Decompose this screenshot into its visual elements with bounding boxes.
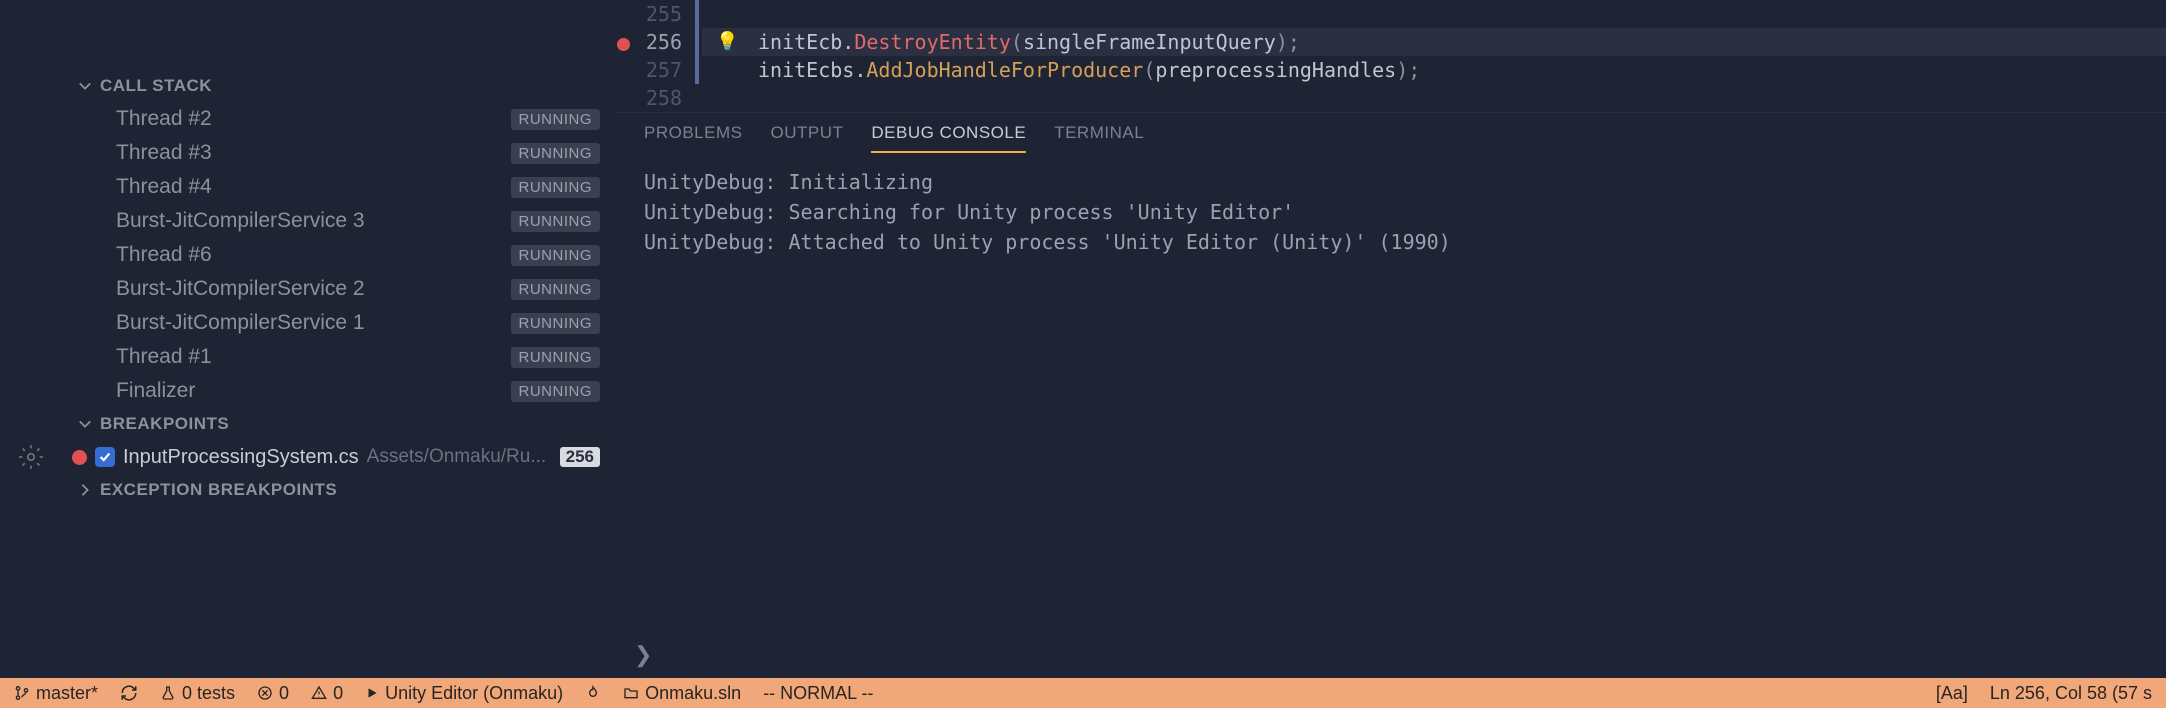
sync-button[interactable] [120,684,138,702]
tab-debug-console[interactable]: DEBUG CONSOLE [871,123,1026,153]
tab-output[interactable]: OUTPUT [770,123,843,153]
status-bar: master* 0 tests 0 0 Unity Editor (Onmaku… [0,678,2166,708]
thread-row[interactable]: Burst-JitCompilerService 1 RUNNING [0,306,614,340]
warnings-status[interactable]: 0 [311,683,343,704]
vim-mode: -- NORMAL -- [763,683,873,704]
thread-name: Thread #4 [116,175,212,199]
error-icon [257,685,273,701]
thread-name: Thread #2 [116,107,212,131]
warning-icon [311,685,327,701]
tab-terminal[interactable]: TERMINAL [1054,123,1144,153]
beaker-icon [160,685,176,701]
exception-breakpoints-header[interactable]: EXCEPTION BREAKPOINTS [0,474,614,506]
errors-status[interactable]: 0 [257,683,289,704]
status-badge: RUNNING [511,313,601,334]
status-badge: RUNNING [511,177,601,198]
warning-count: 0 [333,683,343,704]
line-number: 258 [636,84,682,112]
breakpoint-dot-icon[interactable] [617,38,630,51]
branch-name: master* [36,683,98,704]
gear-icon[interactable] [18,444,44,470]
thread-row[interactable]: Thread #6 RUNNING [0,238,614,272]
tests-count: 0 tests [182,683,235,704]
thread-row[interactable]: Thread #4 RUNNING [0,170,614,204]
debug-console-output[interactable]: UnityDebug: InitializingUnityDebug: Sear… [614,153,2166,636]
console-line: UnityDebug: Initializing [644,167,2136,197]
bottom-panel: PROBLEMS OUTPUT DEBUG CONSOLE TERMINAL U… [614,112,2166,678]
exception-breakpoints-label: EXCEPTION BREAKPOINTS [100,480,337,500]
breakpoint-dot-icon [72,450,87,465]
thread-name: Finalizer [116,379,195,403]
status-badge: RUNNING [511,245,601,266]
branch-icon [14,685,30,701]
chevron-right-icon [78,483,92,497]
thread-name: Burst-JitCompilerService 3 [116,209,365,233]
breakpoint-line: 256 [560,447,600,467]
breakpoint-path: Assets/Onmaku/Ru... [367,446,552,468]
status-badge: RUNNING [511,347,601,368]
console-line: UnityDebug: Attached to Unity process 'U… [644,227,2136,257]
line-number: 257 [636,56,682,84]
thread-row[interactable]: Finalizer RUNNING [0,374,614,408]
launch-name: Unity Editor (Onmaku) [385,683,563,704]
tab-problems[interactable]: PROBLEMS [644,123,742,153]
lightbulb-icon[interactable]: 💡 [716,28,738,56]
status-badge: RUNNING [511,279,601,300]
debug-sidebar: CALL STACK Thread #2 RUNNING Thread #3 RUN… [0,0,614,678]
callstack-label: CALL STACK [100,76,212,96]
thread-name: Thread #3 [116,141,212,165]
callstack-section-header[interactable]: CALL STACK [0,70,614,102]
prompt-chevron-icon: ❯ [634,642,652,667]
console-line: UnityDebug: Searching for Unity process … [644,197,2136,227]
line-number: 256 [636,28,682,56]
thread-row[interactable]: Burst-JitCompilerService 3 RUNNING [0,204,614,238]
thread-name: Thread #6 [116,243,212,267]
flame-icon [585,685,601,701]
line-number: 255 [636,0,682,28]
tests-status[interactable]: 0 tests [160,683,235,704]
breakpoints-label: BREAKPOINTS [100,414,229,434]
thread-row[interactable]: Burst-JitCompilerService 2 RUNNING [0,272,614,306]
status-badge: RUNNING [511,211,601,232]
status-badge: RUNNING [511,381,601,402]
thread-name: Thread #1 [116,345,212,369]
solution-name: Onmaku.sln [645,683,741,704]
line-number-gutter: 255 256 257 258 [636,0,692,112]
git-branch[interactable]: master* [14,683,98,704]
cursor-position[interactable]: Ln 256, Col 58 (57 s [1990,683,2152,704]
sync-icon [120,684,138,702]
thread-name: Burst-JitCompilerService 2 [116,277,365,301]
code-editor[interactable]: 255 256 257 258 💡 initEcb.DestroyEntity(… [614,0,2166,112]
panel-tabs: PROBLEMS OUTPUT DEBUG CONSOLE TERMINAL [614,113,2166,153]
flame-indicator[interactable] [585,685,601,701]
thread-list: Thread #2 RUNNING Thread #3 RUNNING Thread… [0,102,614,408]
error-count: 0 [279,683,289,704]
breakpoint-checkbox[interactable] [95,447,115,467]
thread-row[interactable]: Thread #3 RUNNING [0,136,614,170]
launch-config[interactable]: Unity Editor (Onmaku) [365,683,563,704]
breakpoint-row[interactable]: InputProcessingSystem.cs Assets/Onmaku/R… [44,442,614,473]
chevron-down-icon [78,79,92,93]
thread-name: Burst-JitCompilerService 1 [116,311,365,335]
status-badge: RUNNING [511,109,601,130]
solution-file[interactable]: Onmaku.sln [623,683,741,704]
breakpoint-gutter[interactable] [614,0,636,112]
status-badge: RUNNING [511,143,601,164]
chevron-down-icon [78,417,92,431]
thread-row[interactable]: Thread #1 RUNNING [0,340,614,374]
debug-console-input[interactable]: ❯ [614,636,2166,678]
thread-row[interactable]: Thread #2 RUNNING [0,102,614,136]
folder-icon [623,685,639,701]
code-content[interactable]: 💡 initEcb.DestroyEntity(singleFrameInput… [702,0,2166,112]
breakpoint-file: InputProcessingSystem.cs [123,446,359,469]
indent-guide [692,0,702,112]
play-icon [365,686,379,700]
breakpoints-section-header[interactable]: BREAKPOINTS [0,408,614,440]
case-sensitivity[interactable]: [Aa] [1936,683,1968,704]
